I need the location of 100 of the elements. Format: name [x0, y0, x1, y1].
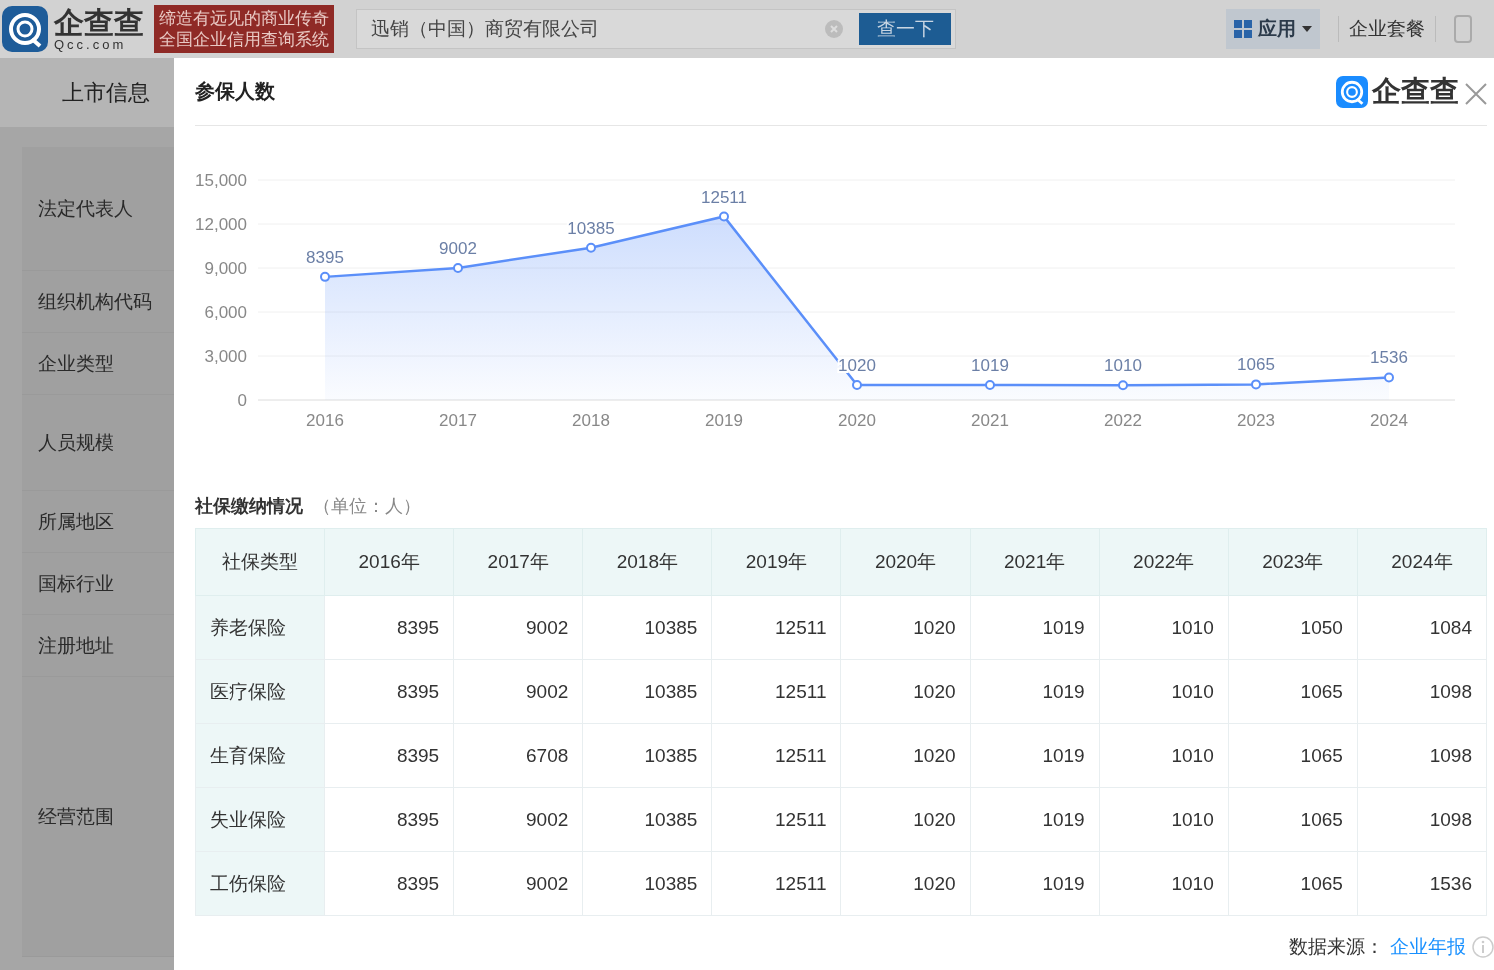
caret-icon — [1302, 26, 1312, 32]
row-header: 工伤保险 — [195, 851, 325, 916]
column-header: 2021年 — [970, 528, 1100, 596]
dialog-title: 参保人数 — [195, 79, 275, 104]
slogan-banner: 缔造有远见的商业传奇 全国企业信用查询系统 — [154, 5, 334, 53]
phone-icon[interactable] — [1454, 15, 1472, 43]
table-cell: 1020 — [840, 659, 971, 724]
table-cell: 1098 — [1357, 659, 1487, 724]
axis-tick-label: 12,000 — [195, 215, 247, 234]
field-label: 企业类型 — [38, 351, 114, 376]
close-button[interactable] — [1464, 82, 1488, 106]
axis-tick-label: 6,000 — [204, 303, 247, 322]
field-label: 注册地址 — [38, 633, 114, 658]
table-cell: 1010 — [1099, 723, 1229, 788]
axis-tick-label: 2016 — [306, 411, 344, 430]
apps-menu-button[interactable]: 应用 — [1226, 9, 1320, 49]
source-label: 数据来源： — [1289, 935, 1384, 959]
axis-tick-label: 2024 — [1370, 411, 1408, 430]
section-title: 社保缴纳情况 — [195, 495, 303, 518]
field-label: 所属地区 — [38, 509, 114, 534]
data-point — [852, 380, 862, 391]
logo-icon — [2, 6, 48, 52]
axis-tick-label: 15,000 — [195, 171, 247, 190]
clear-icon[interactable] — [825, 20, 843, 38]
field-label: 国标行业 — [38, 571, 114, 596]
data-point — [586, 242, 596, 253]
data-label: 1536 — [1370, 348, 1408, 368]
table-cell: 8395 — [324, 787, 454, 852]
row-header: 养老保险 — [195, 595, 325, 660]
axis-tick-label: 3,000 — [204, 347, 247, 366]
row-header: 失业保险 — [195, 787, 325, 852]
table-cell: 10385 — [582, 659, 712, 724]
table-cell: 1050 — [1228, 595, 1358, 660]
data-label: 12511 — [701, 187, 747, 207]
brand-icon — [1336, 75, 1368, 108]
table-cell: 1010 — [1099, 851, 1229, 916]
table-cell: 1020 — [840, 787, 971, 852]
data-point — [719, 211, 729, 222]
table-cell: 1065 — [1228, 659, 1358, 724]
data-point — [985, 380, 995, 391]
search-field[interactable]: 迅销（中国）商贸有限公司 查一下 — [356, 9, 956, 49]
unit-note: （单位：人） — [313, 495, 421, 518]
axis-tick-label: 2017 — [439, 411, 477, 430]
column-header: 2023年 — [1228, 528, 1358, 596]
data-label: 1019 — [971, 356, 1009, 376]
logo-domain: Qcc.com — [54, 37, 128, 51]
table-cell: 12511 — [711, 659, 841, 724]
axis-tick-label: 9,000 — [204, 259, 247, 278]
table-cell: 1019 — [970, 659, 1100, 724]
data-label: 9002 — [439, 238, 477, 258]
field-label: 法定代表人 — [38, 196, 133, 221]
column-header: 社保类型 — [195, 528, 325, 596]
search-button[interactable]: 查一下 — [859, 13, 951, 45]
field-label: 经营范围 — [38, 804, 114, 829]
table-cell: 1084 — [1357, 595, 1487, 660]
data-point — [1118, 380, 1128, 391]
data-label: 8395 — [306, 247, 344, 267]
column-header: 2019年 — [711, 528, 841, 596]
axis-tick-label: 2022 — [1104, 411, 1142, 430]
data-label: 1065 — [1237, 355, 1275, 375]
table-cell: 8395 — [324, 659, 454, 724]
table-cell: 1098 — [1357, 723, 1487, 788]
table-cell: 1020 — [840, 851, 971, 916]
field-label: 组织机构代码 — [38, 289, 152, 314]
table-cell: 1010 — [1099, 659, 1229, 724]
table-cell: 8395 — [324, 723, 454, 788]
table-cell: 10385 — [582, 787, 712, 852]
table-cell: 1019 — [970, 723, 1100, 788]
column-header: 2020年 — [840, 528, 971, 596]
table-cell: 12511 — [711, 851, 841, 916]
table-cell: 1019 — [970, 851, 1100, 916]
table-cell: 1019 — [970, 595, 1100, 660]
table-cell: 1098 — [1357, 787, 1487, 852]
table-cell: 9002 — [453, 851, 583, 916]
axis-tick-label: 0 — [237, 391, 247, 410]
data-point — [1251, 379, 1261, 390]
column-header: 2017年 — [453, 528, 583, 596]
field-label: 人员规模 — [38, 430, 114, 455]
table-cell: 1019 — [970, 787, 1100, 852]
axis-tick-label: 2021 — [971, 411, 1009, 430]
table-cell: 1010 — [1099, 595, 1229, 660]
table-cell: 9002 — [453, 787, 583, 852]
column-header: 2018年 — [582, 528, 712, 596]
table-cell: 6708 — [453, 723, 583, 788]
data-point — [320, 271, 330, 282]
data-point — [1384, 372, 1394, 383]
table-cell: 1020 — [840, 595, 971, 660]
nav-link[interactable]: 企业套餐 — [1338, 16, 1436, 42]
data-label: 10385 — [567, 218, 615, 238]
table-cell: 1065 — [1228, 787, 1358, 852]
column-header: 2016年 — [324, 528, 454, 596]
axis-tick-label: 2020 — [838, 411, 876, 430]
info-icon[interactable] — [1472, 936, 1494, 958]
table-cell: 9002 — [453, 659, 583, 724]
table-cell: 10385 — [582, 723, 712, 788]
row-header: 医疗保险 — [195, 659, 325, 724]
tab[interactable]: 上市信息 — [62, 77, 150, 108]
logo-name: 企查查 — [54, 7, 144, 38]
data-point — [453, 262, 463, 273]
column-header: 2022年 — [1099, 528, 1229, 596]
